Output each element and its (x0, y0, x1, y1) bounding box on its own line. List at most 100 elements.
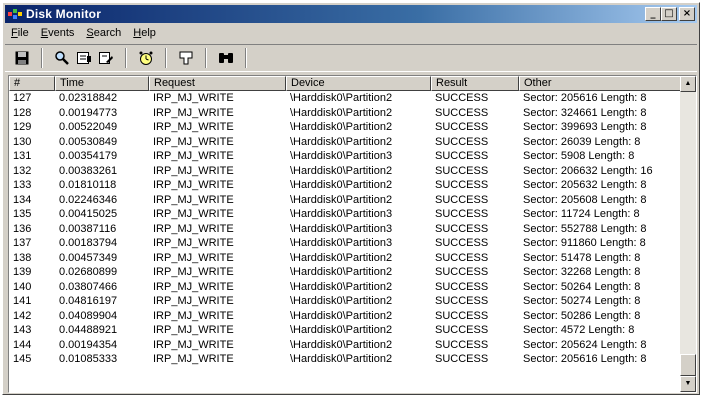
minimize-button[interactable]: _ (645, 7, 661, 21)
table-row[interactable]: 142 0.04089904 IRP_MJ_WRITE \Harddisk0\Part… (9, 309, 681, 324)
scroll-thumb[interactable] (680, 354, 696, 376)
cell-number: 131 (13, 150, 32, 162)
menu-events-mnemonic: E (40, 27, 49, 39)
title-bar[interactable]: Disk Monitor _ □ × (5, 5, 697, 23)
cell-device: \Harddisk0\Partition2 (290, 353, 393, 365)
cell-device: \Harddisk0\Partition2 (290, 309, 393, 322)
cell-result: SUCCESS (435, 135, 489, 148)
cell-other: Sector: 32268 Length: 8 (523, 266, 641, 278)
close-button[interactable]: × (679, 7, 695, 21)
cell-request: IRP_MJ_WRITE (153, 179, 234, 191)
disk-monitor-window: Disk Monitor _ □ × File Events Search He… (2, 2, 700, 395)
menu-search-label: earch (93, 27, 122, 39)
clock-icon (139, 51, 153, 65)
table-row[interactable]: 127 0.02318842 IRP_MJ_WRITE \Harddisk0\Part… (9, 91, 681, 106)
cell-device: \Harddisk0\Partition2 (290, 338, 393, 351)
cell-time: 0.00354179 (59, 150, 118, 162)
cell-other: Sector: 205608 Length: 8 (523, 193, 647, 206)
table-row[interactable]: 133 0.01810118 IRP_MJ_WRITE \Harddisk0\Part… (9, 178, 681, 193)
maximize-button[interactable]: □ (661, 7, 677, 21)
cell-number: 142 (13, 309, 32, 322)
menu-search[interactable]: Search (80, 25, 127, 42)
column-header-time[interactable]: Time (55, 76, 149, 91)
table-row[interactable]: 135 0.00415025 IRP_MJ_WRITE \Harddisk0\Part… (9, 207, 681, 222)
cell-result: SUCCESS (435, 353, 489, 365)
cell-device: \Harddisk0\Partition2 (290, 164, 393, 177)
table-row[interactable]: 144 0.00194354 IRP_MJ_WRITE \Harddisk0\Part… (9, 338, 681, 353)
cell-device: \Harddisk0\Partition2 (290, 280, 393, 293)
table-row[interactable]: 136 0.00387116 IRP_MJ_WRITE \Harddisk0\Part… (9, 222, 681, 237)
cell-request: IRP_MJ_WRITE (153, 324, 234, 336)
menu-events[interactable]: Events (35, 25, 81, 42)
cell-request: IRP_MJ_WRITE (153, 121, 234, 133)
autoscroll-button[interactable] (95, 47, 117, 69)
menu-file[interactable]: File (5, 25, 35, 42)
cell-number: 135 (13, 208, 32, 220)
vertical-scrollbar[interactable]: ▲ ▼ (680, 76, 696, 392)
table-row[interactable]: 128 0.00194773 IRP_MJ_WRITE \Harddisk0\Part… (9, 106, 681, 121)
cell-device: \Harddisk0\Partition2 (290, 135, 393, 148)
column-header-other[interactable]: Other (519, 76, 681, 91)
table-row[interactable]: 139 0.02680899 IRP_MJ_WRITE \Harddisk0\Part… (9, 265, 681, 280)
column-header-device[interactable]: Device (286, 76, 431, 91)
cell-request: IRP_MJ_WRITE (153, 295, 234, 307)
cell-device: \Harddisk0\Partition2 (290, 324, 393, 336)
cell-other: Sector: 552788 Length: 8 (523, 222, 647, 235)
table-row[interactable]: 132 0.00383261 IRP_MJ_WRITE \Harddisk0\Part… (9, 164, 681, 179)
cell-time: 0.00383261 (59, 164, 118, 177)
table-row[interactable]: 138 0.00457349 IRP_MJ_WRITE \Harddisk0\Part… (9, 251, 681, 266)
table-row[interactable]: 141 0.04816197 IRP_MJ_WRITE \Harddisk0\Part… (9, 294, 681, 309)
cell-request: IRP_MJ_WRITE (153, 280, 234, 293)
cell-number: 130 (13, 135, 32, 148)
cell-request: IRP_MJ_WRITE (153, 251, 234, 264)
cell-result: SUCCESS (435, 324, 489, 336)
toolbar-separator (41, 48, 43, 68)
cell-time: 0.02246346 (59, 193, 118, 206)
cell-device: \Harddisk0\Partition2 (290, 295, 393, 307)
cell-result: SUCCESS (435, 179, 489, 191)
cell-result: SUCCESS (435, 309, 489, 322)
scroll-up-button[interactable]: ▲ (680, 76, 696, 92)
event-list[interactable]: # Time Request Device Result Other 127 0.… (8, 75, 697, 393)
filter-button[interactable] (175, 47, 197, 69)
save-button[interactable] (11, 47, 33, 69)
cell-device: \Harddisk0\Partition2 (290, 193, 393, 206)
cell-other: Sector: 50274 Length: 8 (523, 295, 641, 307)
cell-result: SUCCESS (435, 237, 489, 249)
filter-icon (179, 51, 193, 65)
table-row[interactable]: 140 0.03807466 IRP_MJ_WRITE \Harddisk0\Part… (9, 280, 681, 295)
table-row[interactable]: 129 0.00522049 IRP_MJ_WRITE \Harddisk0\Part… (9, 120, 681, 135)
cell-time: 0.00530849 (59, 135, 118, 148)
search-button[interactable] (215, 47, 237, 69)
scroll-down-button[interactable]: ▼ (680, 376, 696, 392)
clock-button[interactable] (135, 47, 157, 69)
cell-number: 133 (13, 179, 32, 191)
cell-result: SUCCESS (435, 193, 489, 206)
table-row[interactable]: 143 0.04488921 IRP_MJ_WRITE \Harddisk0\Part… (9, 323, 681, 338)
cell-time: 0.02318842 (59, 92, 118, 104)
table-row[interactable]: 130 0.00530849 IRP_MJ_WRITE \Harddisk0\Part… (9, 135, 681, 150)
cell-request: IRP_MJ_WRITE (153, 222, 234, 235)
column-header-request[interactable]: Request (149, 76, 286, 91)
capture-button[interactable] (73, 47, 95, 69)
cell-number: 138 (13, 251, 32, 264)
cell-other: Sector: 911860 Length: 8 (523, 237, 646, 249)
column-header-result[interactable]: Result (431, 76, 519, 91)
cell-number: 143 (13, 324, 32, 336)
table-row[interactable]: 145 0.01085333 IRP_MJ_WRITE \Harddisk0\Part… (9, 352, 681, 367)
table-row[interactable]: 131 0.00354179 IRP_MJ_WRITE \Harddisk0\Part… (9, 149, 681, 164)
cell-result: SUCCESS (435, 280, 489, 293)
window-title: Disk Monitor (26, 7, 102, 21)
menu-bar: File Events Search Help (5, 24, 697, 43)
cell-result: SUCCESS (435, 150, 489, 162)
toolbar (5, 44, 697, 72)
column-header-number[interactable]: # (9, 76, 55, 91)
menu-help[interactable]: Help (127, 25, 162, 42)
find-button[interactable] (51, 47, 73, 69)
table-row[interactable]: 137 0.00183794 IRP_MJ_WRITE \Harddisk0\Part… (9, 236, 681, 251)
cell-number: 134 (13, 193, 32, 206)
cell-other: Sector: 205624 Length: 8 (523, 338, 647, 351)
cell-result: SUCCESS (435, 251, 489, 264)
autoscroll-icon (99, 52, 113, 64)
table-row[interactable]: 134 0.02246346 IRP_MJ_WRITE \Harddisk0\Part… (9, 193, 681, 208)
